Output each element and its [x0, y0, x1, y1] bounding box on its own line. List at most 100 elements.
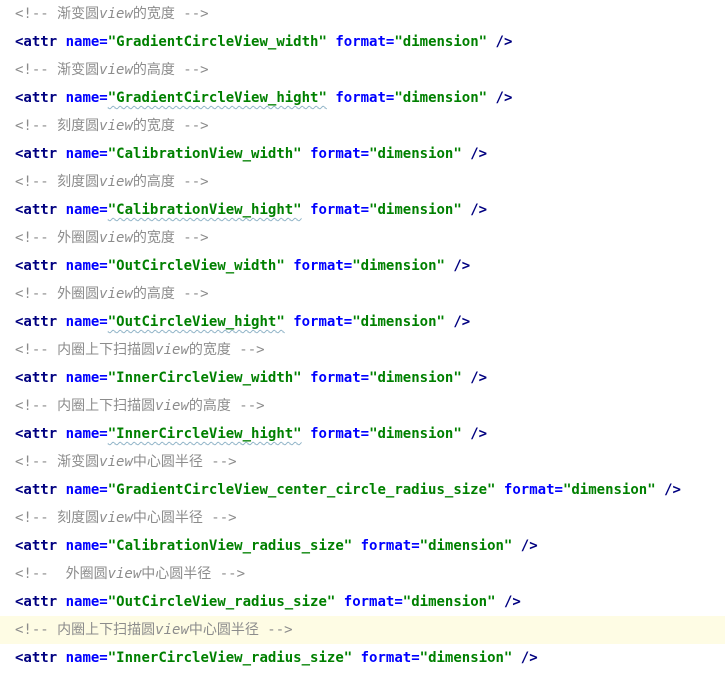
format-value: "dimension"	[419, 538, 513, 554]
comment-line[interactable]: <!-- 内圈上下扫描圆view的高度 -->	[0, 392, 725, 420]
code-editor[interactable]: <!-- 渐变圆view的宽度 --> <attr name="GradientC…	[0, 0, 725, 677]
comment-line[interactable]: <!-- 内圈上下扫描圆view中心圆半径 -->	[0, 616, 725, 644]
attr-close-tag: />	[503, 594, 521, 610]
comment-text: 外圈圆	[57, 286, 100, 302]
attr-close-tag: />	[470, 146, 488, 162]
comment-keyword: view	[99, 174, 133, 190]
attr-open-tag: <attr	[15, 482, 58, 498]
attr-line[interactable]: <attr name="CalibrationView_radius_size"…	[0, 532, 725, 560]
comment-keyword: view	[99, 286, 133, 302]
attr-open-tag: <attr	[15, 90, 58, 106]
comment-keyword: view	[99, 6, 133, 22]
attr-open-tag: <attr	[15, 426, 58, 442]
attr-open-tag: <attr	[15, 650, 58, 666]
attr-line[interactable]: <attr name="CalibrationView_width" forma…	[0, 140, 725, 168]
comment-marker: -->	[174, 286, 209, 302]
attr-line[interactable]: <attr name="CalibrationView_hight" forma…	[0, 196, 725, 224]
attr-open-tag: <attr	[15, 594, 58, 610]
format-attribute: format=	[503, 482, 563, 498]
comment-line[interactable]: <!-- 外圈圆view的宽度 -->	[0, 224, 725, 252]
name-attribute: name=	[65, 146, 108, 162]
name-attribute: name=	[65, 34, 108, 50]
comment-text: 刻度圆	[57, 510, 100, 526]
attr-line[interactable]: <attr name="OutCircleView_hight" format=…	[0, 308, 725, 336]
comment-marker: -->	[230, 342, 265, 358]
attr-open-tag: <attr	[15, 370, 58, 386]
format-attribute: format=	[293, 314, 353, 330]
comment-line[interactable]: <!-- 内圈上下扫描圆view的宽度 -->	[0, 336, 725, 364]
name-value: "CalibrationView_width"	[107, 146, 302, 162]
format-attribute: format=	[310, 370, 370, 386]
format-value: "dimension"	[352, 314, 445, 330]
comment-marker: <!--	[15, 62, 58, 78]
attr-close-tag: />	[470, 370, 488, 386]
format-value: "dimension"	[394, 34, 488, 50]
comment-line[interactable]: <!-- 刻度圆view中心圆半径 -->	[0, 504, 725, 532]
name-attribute: name=	[65, 650, 108, 666]
attr-close-tag: />	[453, 314, 471, 330]
format-attribute: format=	[310, 426, 370, 442]
format-value: "dimension"	[369, 146, 462, 162]
comment-line[interactable]: <!-- 外圈圆view中心圆半径 -->	[0, 560, 725, 588]
name-value: "OutCircleView_radius_size"	[107, 594, 336, 610]
name-attribute: name=	[65, 90, 108, 106]
name-attribute: name=	[65, 426, 108, 442]
name-value: "InnerCircleView_radius_size"	[107, 650, 353, 666]
name-attribute: name=	[65, 258, 108, 274]
name-value: "CalibrationView_hight"	[107, 202, 302, 218]
comment-text: 中心圆半径	[141, 566, 212, 582]
comment-marker: <!--	[15, 118, 58, 134]
comment-marker: -->	[230, 398, 265, 414]
attr-line[interactable]: <attr name="OutCircleView_width" format=…	[0, 252, 725, 280]
xml-comment: <!-- 渐变圆view的宽度 -->	[15, 6, 209, 22]
comment-marker: -->	[258, 622, 293, 638]
comment-text: 外圈圆	[65, 566, 108, 582]
format-attribute: format=	[293, 258, 353, 274]
comment-text: 的高度	[132, 62, 175, 78]
comment-text: 的宽度	[132, 6, 175, 22]
comment-marker: -->	[174, 62, 209, 78]
attr-close-tag: />	[495, 34, 513, 50]
attr-line[interactable]: <attr name="InnerCircleView_hight" forma…	[0, 420, 725, 448]
attr-line[interactable]: <attr name="InnerCircleView_radius_size"…	[0, 644, 725, 672]
comment-text: 的高度	[132, 286, 175, 302]
comment-text: 中心圆半径	[188, 622, 259, 638]
comment-text: 刻度圆	[57, 118, 100, 134]
comment-text: 中心圆半径	[132, 454, 203, 470]
comment-line[interactable]: <!-- 渐变圆view的高度 -->	[0, 56, 725, 84]
attr-line[interactable]: <attr name="GradientCircleView_hight" fo…	[0, 84, 725, 112]
format-value: "dimension"	[369, 426, 462, 442]
comment-marker: -->	[174, 174, 209, 190]
comment-marker: <!--	[15, 6, 58, 22]
comment-text: 的高度	[188, 398, 231, 414]
comment-keyword: view	[99, 230, 133, 246]
comment-line[interactable]: <!-- 外圈圆view的高度 -->	[0, 280, 725, 308]
xml-comment: <!-- 内圈上下扫描圆view的高度 -->	[15, 398, 265, 414]
comment-marker: -->	[174, 118, 209, 134]
format-attribute: format=	[310, 146, 370, 162]
attr-line[interactable]: <attr name="OutCircleView_radius_size" f…	[0, 588, 725, 616]
comment-line[interactable]: <!-- 刻度圆view的宽度 -->	[0, 112, 725, 140]
xml-comment: <!-- 外圈圆view的宽度 -->	[15, 230, 209, 246]
comment-text: 渐变圆	[57, 62, 100, 78]
format-attribute: format=	[360, 650, 420, 666]
comment-marker: <!--	[15, 454, 58, 470]
comment-marker: <!--	[15, 286, 58, 302]
attr-line[interactable]: <attr name="InnerCircleView_width" forma…	[0, 364, 725, 392]
comment-keyword: view	[107, 566, 142, 582]
xml-comment: <!-- 渐变圆view中心圆半径 -->	[15, 454, 237, 470]
comment-text: 刻度圆	[57, 174, 100, 190]
comment-keyword: view	[155, 342, 189, 358]
name-attribute: name=	[65, 202, 108, 218]
name-value: "CalibrationView_radius_size"	[107, 538, 353, 554]
attr-close-tag: />	[470, 202, 488, 218]
comment-line[interactable]: <!-- 渐变圆view中心圆半径 -->	[0, 448, 725, 476]
attr-close-tag: />	[453, 258, 471, 274]
attr-line[interactable]: <attr name="GradientCircleView_width" fo…	[0, 28, 725, 56]
format-attribute: format=	[343, 594, 403, 610]
format-attribute: format=	[335, 34, 395, 50]
format-value: "dimension"	[369, 202, 462, 218]
comment-line[interactable]: <!-- 渐变圆view的宽度 -->	[0, 0, 725, 28]
attr-line[interactable]: <attr name="GradientCircleView_center_ci…	[0, 476, 725, 504]
comment-line[interactable]: <!-- 刻度圆view的高度 -->	[0, 168, 725, 196]
